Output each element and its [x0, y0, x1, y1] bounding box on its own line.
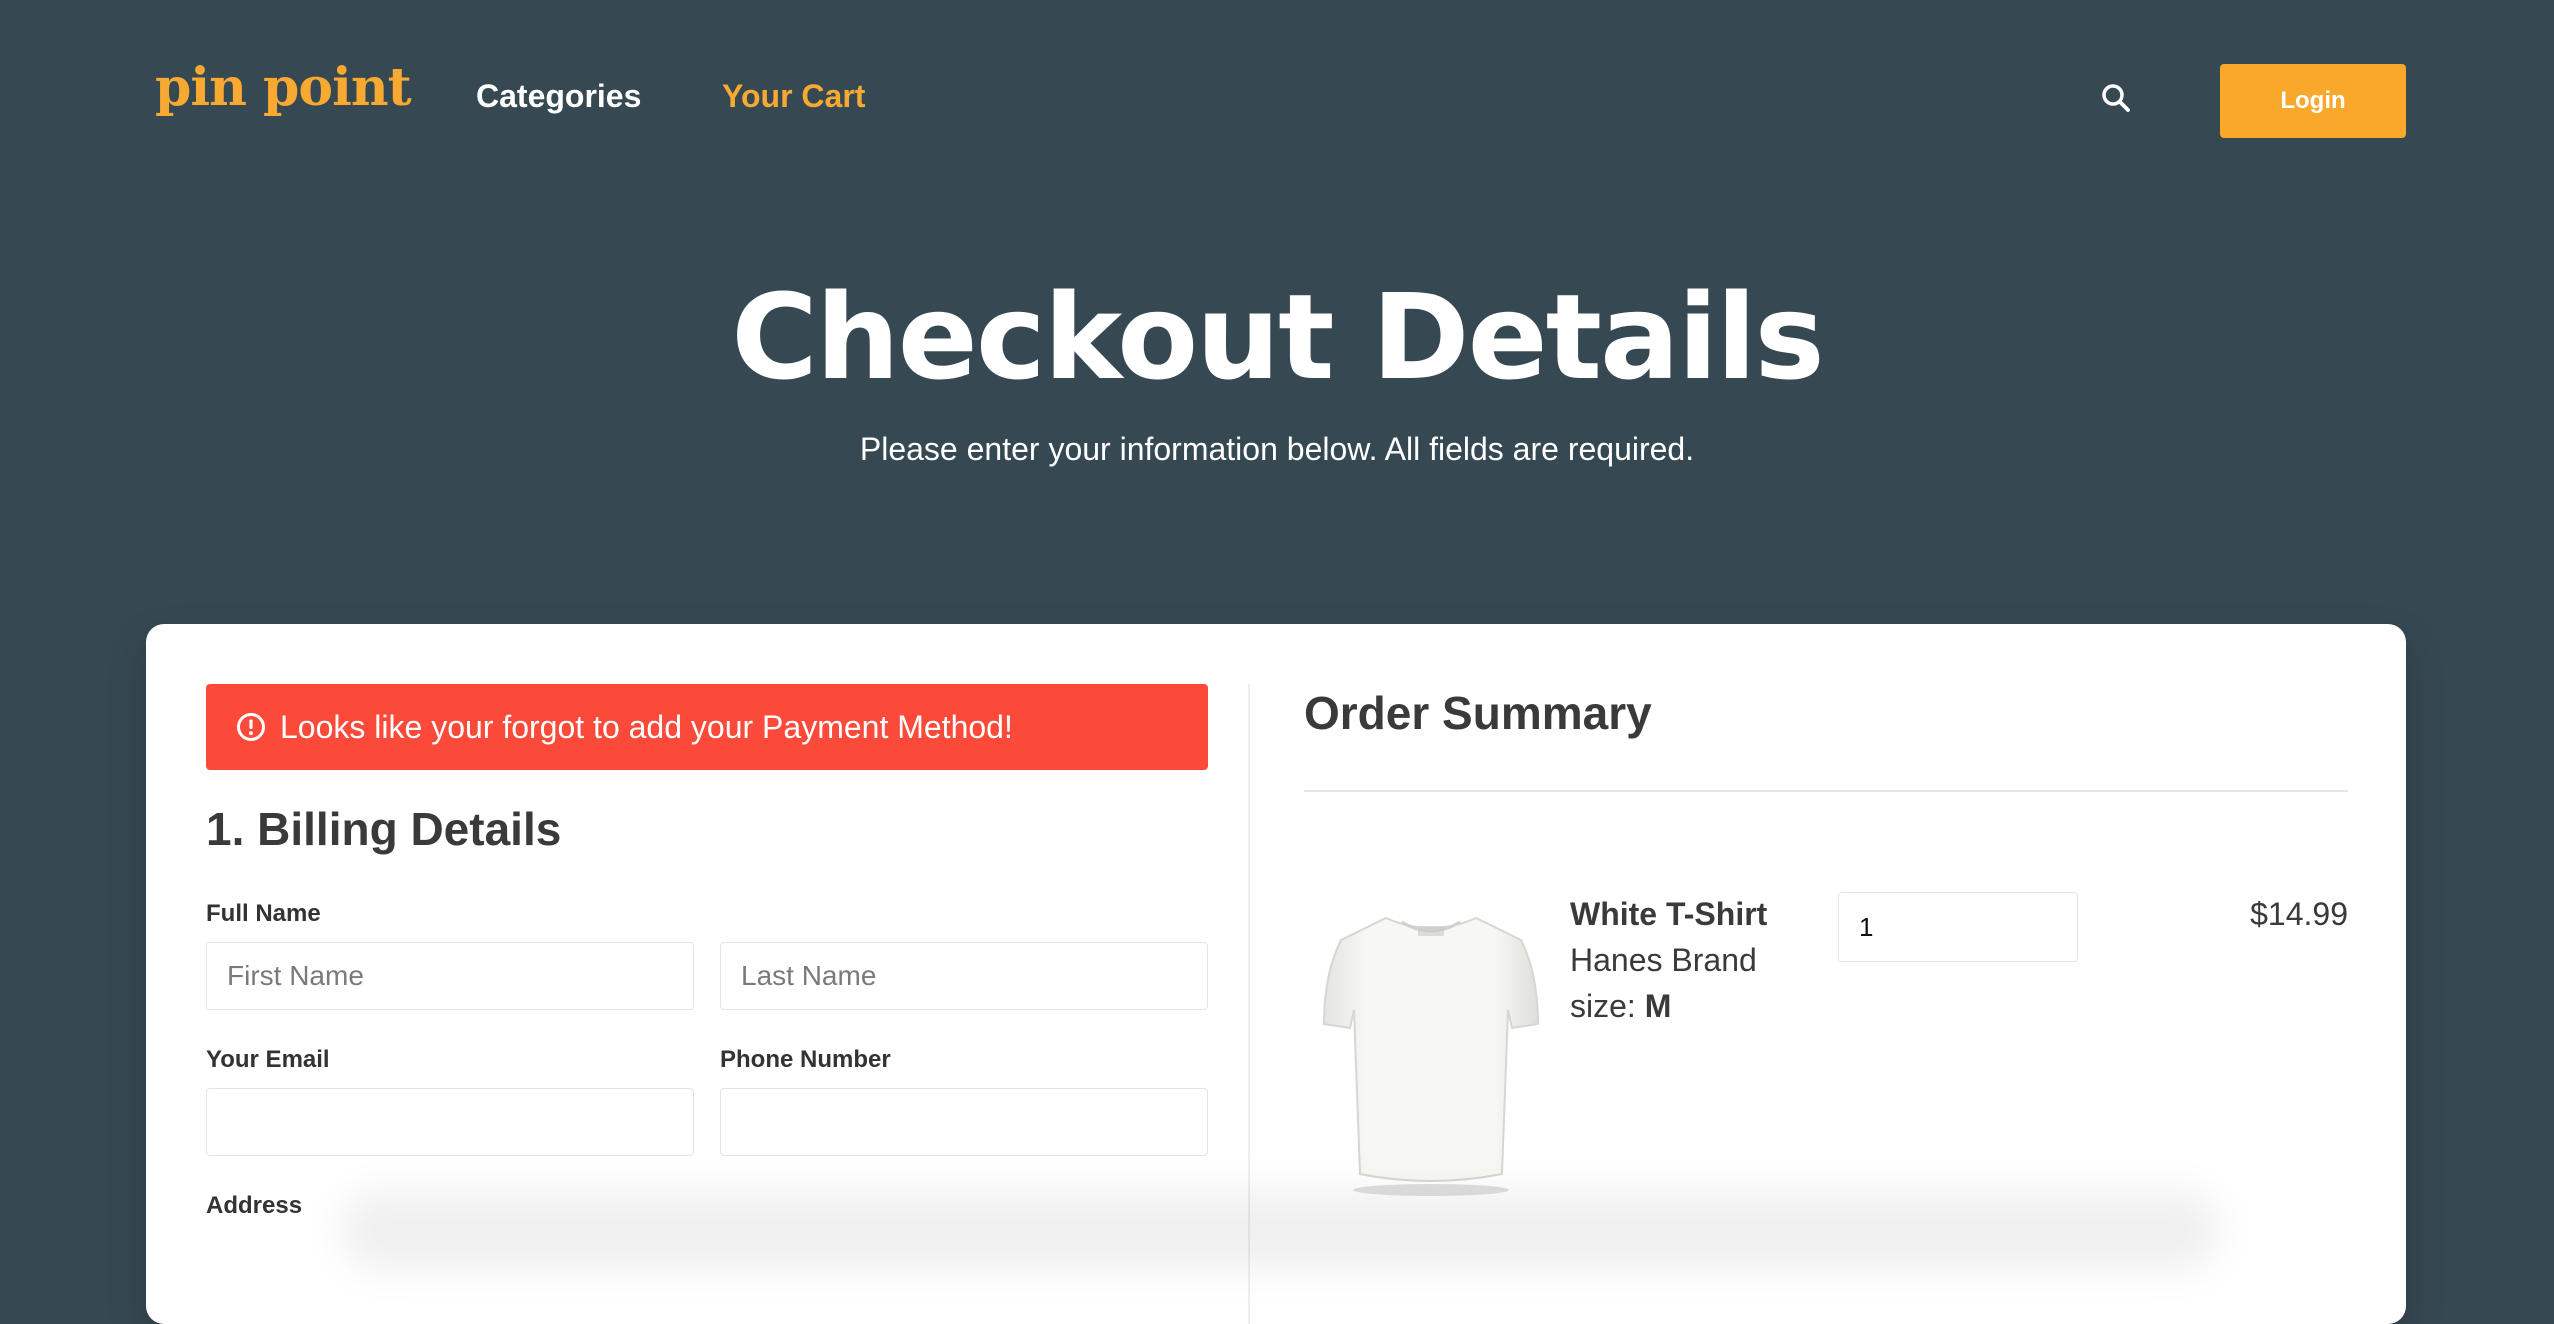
order-summary-title: Order Summary: [1304, 687, 1652, 739]
product-price: $14.99: [2250, 896, 2348, 932]
product-name: White T-Shirt: [1570, 896, 1768, 932]
search-icon[interactable]: [2100, 82, 2132, 114]
login-button[interactable]: Login: [2220, 64, 2406, 138]
product-size-value: M: [1644, 988, 1672, 1024]
white-tshirt-image: [1322, 916, 1540, 1196]
address-label: Address: [206, 1192, 303, 1219]
error-alert: Looks like your forgot to add your Payme…: [206, 684, 1208, 770]
phone-field[interactable]: [720, 1088, 1208, 1156]
nav-link-categories[interactable]: Categories: [476, 80, 641, 112]
exclamation-circle-icon: [237, 713, 265, 741]
quantity-input[interactable]: [1838, 892, 2078, 962]
email-label: Your Email: [206, 1046, 330, 1073]
nav-link-your-cart[interactable]: Your Cart: [722, 80, 865, 112]
full-name-label: Full Name: [206, 900, 321, 927]
summary-divider: [1304, 790, 2348, 792]
first-name-input[interactable]: [206, 942, 694, 1010]
last-name-input[interactable]: [720, 942, 1208, 1010]
product-size-label: size:: [1570, 988, 1636, 1024]
page-subtitle: Please enter your information below. All…: [859, 431, 1695, 467]
email-field[interactable]: [206, 1088, 694, 1156]
product-size: size: M: [1570, 990, 1671, 1022]
page-title: Checkout Details: [731, 268, 1825, 406]
bottom-shadow: [340, 1190, 2220, 1270]
alert-message: Looks like your forgot to add your Payme…: [280, 708, 1013, 745]
billing-details-title: 1. Billing Details: [206, 803, 562, 855]
product-brand: Hanes Brand: [1570, 942, 1757, 978]
logo[interactable]: pin point: [155, 62, 412, 114]
phone-label: Phone Number: [720, 1046, 891, 1073]
